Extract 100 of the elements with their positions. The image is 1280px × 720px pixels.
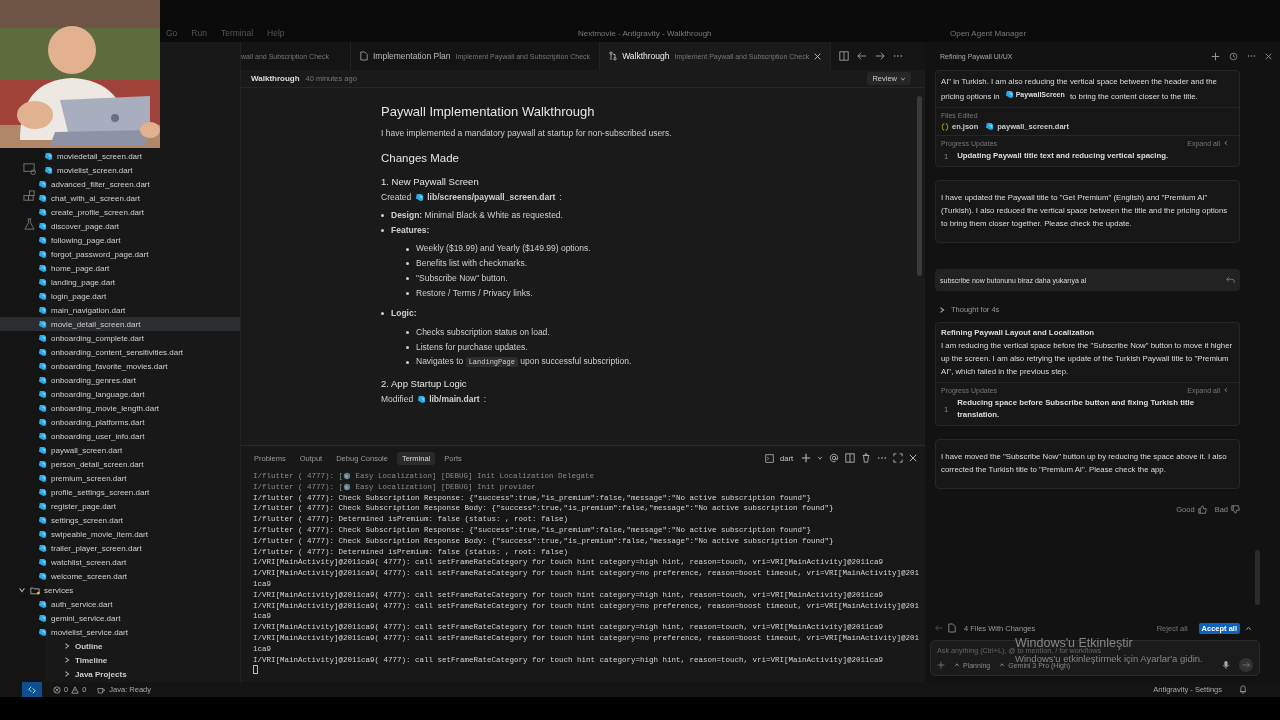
file-item[interactable]: movielist_screen.dart [0, 163, 240, 177]
chevron-icon[interactable] [1223, 387, 1229, 393]
dart-file-icon [1004, 90, 1014, 99]
file-item[interactable]: onboarding_complete.dart [0, 331, 240, 345]
chevron-icon[interactable] [1223, 140, 1229, 146]
file-item[interactable]: paywall_screen.dart [0, 443, 240, 457]
microphone-icon[interactable] [1222, 660, 1230, 670]
list-item: Checks subscription status on load. [416, 326, 550, 337]
dart-file-icon [38, 431, 47, 441]
remote-icon [28, 685, 36, 694]
branch-icon [609, 51, 618, 61]
dart-file-icon [38, 291, 47, 301]
dart-file-icon [38, 193, 47, 203]
file-item[interactable]: welcome_screen.dart [0, 569, 240, 583]
dart-file-icon [38, 403, 47, 413]
flask-icon[interactable] [23, 218, 36, 231]
warning-icon[interactable] [71, 685, 80, 694]
file-link[interactable]: lib/main.dart [417, 394, 480, 405]
file-item[interactable]: onboarding_platforms.dart [0, 415, 240, 429]
file-item[interactable]: onboarding_content_sensitivities.dart [0, 345, 240, 359]
dart-file-icon [38, 249, 47, 259]
file-item[interactable]: settings_screen.dart [0, 513, 240, 527]
globe-icon [343, 472, 351, 481]
scrollbar[interactable] [917, 96, 922, 276]
at-sign-icon[interactable] [829, 453, 839, 463]
file-item[interactable]: onboarding_language.dart [0, 387, 240, 401]
undo-icon[interactable] [1226, 276, 1235, 284]
file-item[interactable]: chat_with_ai_screen.dart [0, 191, 240, 205]
bullet-icon [381, 214, 384, 218]
caret-icon[interactable] [817, 455, 823, 461]
bullet-icon [406, 262, 409, 266]
split-icon[interactable] [845, 453, 855, 463]
file-item[interactable]: landing_page.dart [0, 275, 240, 289]
file-item[interactable]: movielist_service.dart [0, 625, 240, 639]
chevron-icon [938, 305, 946, 314]
file-item[interactable]: premium_screen.dart [0, 471, 240, 485]
trash-icon[interactable] [861, 453, 871, 463]
heading: Changes Made [381, 152, 460, 164]
plus-icon[interactable] [1211, 51, 1220, 61]
caret-icon[interactable] [1245, 624, 1252, 632]
dart-file-icon [38, 221, 47, 231]
file-item[interactable]: watchlist_screen.dart [0, 555, 240, 569]
file-item[interactable]: onboarding_favorite_movies.dart [0, 359, 240, 373]
back-arrow-icon[interactable] [857, 51, 868, 61]
panel-section-header[interactable]: Outline [45, 639, 240, 653]
file-item[interactable]: onboarding_genres.dart [0, 373, 240, 387]
history-icon[interactable] [1229, 51, 1238, 61]
maximize-icon[interactable] [893, 453, 903, 463]
close-icon[interactable] [814, 52, 822, 60]
thumbs-down-icon [1231, 505, 1240, 514]
file-item[interactable]: create_profile_screen.dart [0, 205, 240, 219]
close-icon[interactable] [909, 454, 917, 462]
remote-button[interactable] [22, 682, 42, 697]
file-item[interactable]: forgot_password_page.dart [0, 247, 240, 261]
file-item[interactable]: login_page.dart [0, 289, 240, 303]
dart-file-icon [38, 571, 47, 581]
file-item[interactable]: onboarding_user_info.dart [0, 429, 240, 443]
file-item[interactable]: auth_service.dart [0, 597, 240, 611]
file-item[interactable]: register_page.dart [0, 499, 240, 513]
file-item[interactable]: gemini_service.dart [0, 611, 240, 625]
error-icon[interactable] [53, 685, 61, 694]
file-item[interactable]: advanced_filter_screen.dart [0, 177, 240, 191]
file-item[interactable]: person_detail_screen.dart [0, 457, 240, 471]
dart-file-icon [38, 627, 47, 637]
list-item: Listens for purchase updates. [416, 341, 528, 352]
file-item[interactable]: trailer_player_screen.dart [0, 541, 240, 555]
remote-explorer-icon[interactable] [23, 162, 36, 175]
file-item[interactable]: moviedetail_screen.dart [0, 149, 240, 163]
dart-file-icon [38, 473, 47, 483]
file-item[interactable]: onboarding_movie_length.dart [0, 401, 240, 415]
plus-icon[interactable] [801, 453, 811, 463]
folder-item[interactable]: services [0, 583, 240, 597]
file-item[interactable]: main_navigation.dart [0, 303, 240, 317]
panel-section-header[interactable]: Timeline [45, 653, 240, 667]
file-item[interactable]: movie_detail_screen.dart [0, 317, 240, 331]
panel-section-header[interactable]: Java Projects [45, 667, 240, 681]
more-icon[interactable] [877, 456, 887, 460]
bell-icon[interactable] [1239, 685, 1247, 694]
dart-file-icon [38, 487, 47, 497]
scrollbar[interactable] [1255, 550, 1260, 605]
more-icon[interactable] [893, 54, 904, 58]
bullet-icon [381, 228, 384, 232]
extensions-icon[interactable] [23, 190, 36, 203]
dart-file-icon [38, 557, 47, 567]
file-item[interactable]: swipeable_movie_item.dart [0, 527, 240, 541]
list-item: Benefits list with checkmarks. [416, 258, 527, 269]
file-link[interactable]: lib/screens/paywall_screen.dart [415, 192, 556, 202]
file-item[interactable]: following_page.dart [0, 233, 240, 247]
list-item: Weekly ($19.99) and Yearly ($149.99) options. [416, 243, 591, 254]
send-button-icon[interactable] [1239, 658, 1253, 672]
file-item[interactable]: profile_settings_screen.dart [0, 485, 240, 499]
agent-manager-link[interactable]: Open Agent Manager [950, 29, 1027, 38]
braces-icon [941, 122, 949, 131]
thumbs-up-icon [1197, 505, 1207, 514]
close-icon[interactable] [1265, 52, 1272, 60]
dart-file-icon [38, 529, 47, 539]
forward-arrow-icon[interactable] [875, 51, 886, 61]
split-editor-icon[interactable] [839, 51, 850, 61]
file-item[interactable]: home_page.dart [0, 261, 240, 275]
file-item[interactable]: discover_page.dart [0, 219, 240, 233]
